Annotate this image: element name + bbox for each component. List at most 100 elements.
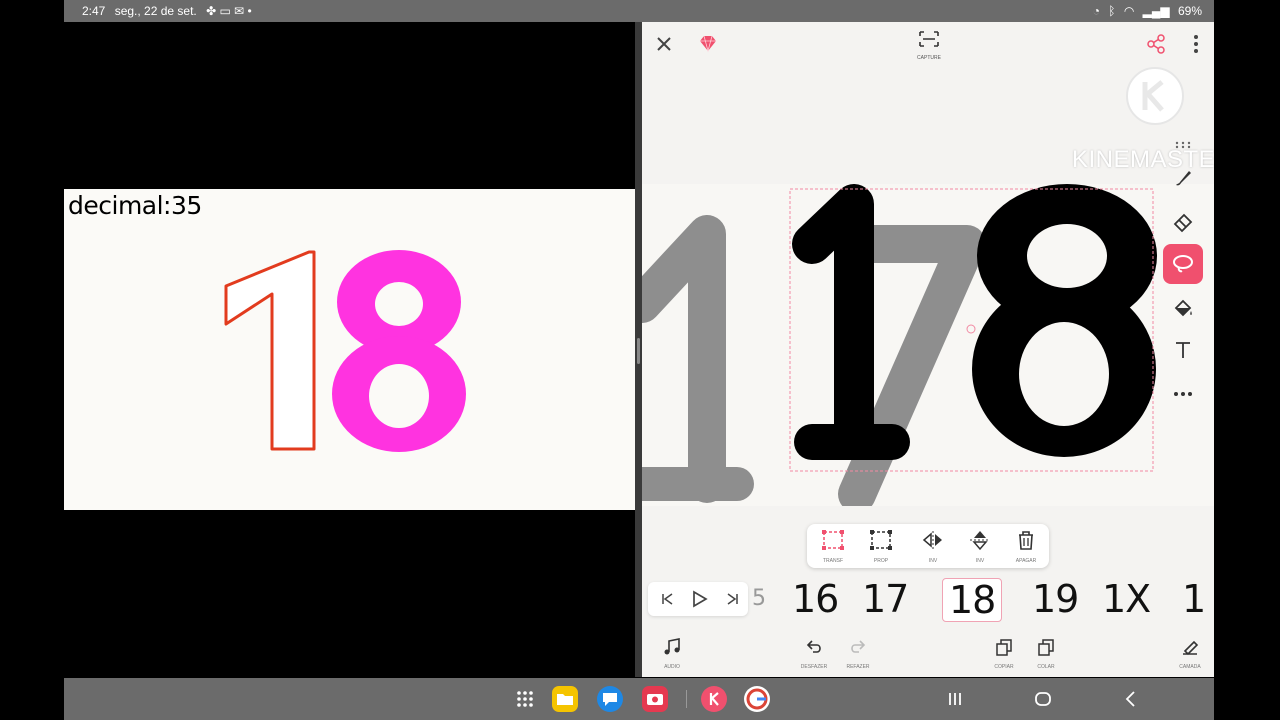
decimal-label: decimal:35 xyxy=(68,191,202,220)
text-icon xyxy=(1176,342,1190,358)
skip-start-button[interactable] xyxy=(656,588,678,610)
split-screen-divider[interactable] xyxy=(635,22,642,677)
flip-horizontal-button[interactable]: INV xyxy=(913,528,953,564)
undo-icon xyxy=(806,640,821,653)
status-bar: 2:47 seg., 22 de set. ✤ ▭ ✉ • ◔ ᛒ ◠ ▂▄▆ … xyxy=(64,0,1214,22)
more-vertical-icon xyxy=(1194,35,1198,53)
timeline-frame[interactable]: 1 xyxy=(1182,577,1206,621)
flip-horizontal-label: INV xyxy=(928,558,938,564)
home-button[interactable] xyxy=(1030,686,1056,712)
number-eight-magenta xyxy=(332,250,466,452)
delete-button[interactable]: APAGAR xyxy=(1006,528,1046,564)
close-icon xyxy=(657,37,671,51)
layers-label: CAMADA xyxy=(1179,664,1201,670)
canvas-artwork xyxy=(642,184,1157,506)
skip-end-button[interactable] xyxy=(722,588,744,610)
tool-eraser[interactable] xyxy=(1163,202,1203,242)
play-icon xyxy=(693,590,708,608)
more-horizontal-icon xyxy=(1174,392,1192,396)
flip-vertical-label: INV xyxy=(975,558,985,564)
kinemaster-editor-pane: CAPTURE KINEMASTE TRANSF PROP INV INV AP… xyxy=(642,22,1214,677)
status-time: 2:47 xyxy=(82,4,106,18)
redo-icon xyxy=(851,640,866,653)
play-button[interactable] xyxy=(688,588,710,610)
number-eighteen-drawing xyxy=(224,250,466,452)
frame-label: 1X xyxy=(1102,577,1151,621)
timeline-frame[interactable]: 1X xyxy=(1102,577,1151,621)
redo-button[interactable]: REFAZER xyxy=(840,636,876,674)
editor-bottom-bar: AUDIO DESFAZER REFAZER COPIAR COLAR CAMA… xyxy=(642,634,1214,677)
drawing-canvas[interactable] xyxy=(642,184,1214,506)
kinemaster-app-icon[interactable] xyxy=(701,686,727,712)
transform-button[interactable]: TRANSF xyxy=(813,528,853,564)
eraser-icon xyxy=(1173,213,1193,233)
redo-label: REFAZER xyxy=(846,664,870,670)
number-one-outline xyxy=(224,250,316,451)
timeline-frame[interactable]: 16 xyxy=(792,578,839,620)
copy-label: COPIAR xyxy=(994,664,1014,670)
divider-handle[interactable] xyxy=(637,338,640,364)
transform-label: TRANSF xyxy=(823,558,843,564)
resize-button[interactable]: PROP xyxy=(861,528,901,564)
tool-rail xyxy=(1158,132,1208,412)
timeline-frame[interactable]: 19 xyxy=(1032,577,1079,621)
delete-label: APAGAR xyxy=(1015,558,1037,564)
flip-vertical-icon xyxy=(970,531,990,551)
music-note-icon xyxy=(664,638,680,655)
skip-end-icon xyxy=(727,593,738,605)
tool-fill[interactable] xyxy=(1163,288,1203,328)
chat-bubble-icon xyxy=(603,693,617,706)
messages-app-icon[interactable] xyxy=(597,686,623,712)
editor-top-bar: CAPTURE xyxy=(642,22,1214,66)
frame-label: 17 xyxy=(862,577,909,621)
timeline-frame-selected[interactable]: 18 xyxy=(942,578,1003,622)
flip-horizontal-icon xyxy=(922,531,942,549)
home-icon xyxy=(1035,692,1051,706)
camera-app-icon[interactable] xyxy=(642,686,668,712)
undo-button[interactable]: DESFAZER xyxy=(796,636,832,674)
layers-edit-icon xyxy=(1183,640,1199,656)
premium-button[interactable] xyxy=(694,30,722,58)
status-date: seg., 22 de set. xyxy=(114,4,197,18)
resize-label: PROP xyxy=(873,558,889,564)
audio-button[interactable]: AUDIO xyxy=(654,636,690,674)
current-frame-eight xyxy=(972,184,1157,457)
folder-icon xyxy=(557,694,573,705)
copy-button[interactable]: COPIAR xyxy=(986,636,1022,674)
resize-icon xyxy=(870,530,892,550)
chrome-app-icon[interactable] xyxy=(744,686,770,712)
frame-timeline: 5 16 17 18 19 1X 1 xyxy=(642,576,1214,622)
recent-apps-button[interactable] xyxy=(942,686,968,712)
flip-vertical-button[interactable]: INV xyxy=(960,528,1000,564)
capture-icon xyxy=(919,31,939,47)
more-options-button[interactable] xyxy=(1182,30,1210,58)
timeline-frame[interactable]: 5 xyxy=(752,578,766,620)
video-player-pane[interactable]: decimal:35 xyxy=(64,22,635,677)
share-button[interactable] xyxy=(1142,30,1170,58)
back-chevron-icon xyxy=(1125,691,1135,707)
frame-label: 19 xyxy=(1032,577,1079,621)
brush-icon xyxy=(1176,171,1191,186)
apps-grid-icon xyxy=(517,691,533,707)
close-button[interactable] xyxy=(650,30,678,58)
back-button[interactable] xyxy=(1118,686,1144,712)
paint-bucket-icon xyxy=(1174,299,1192,317)
capture-button[interactable]: CAPTURE xyxy=(914,26,944,62)
skip-start-icon xyxy=(662,593,673,605)
transform-icon xyxy=(822,530,844,550)
signal-icon: ▂▄▆ xyxy=(1142,4,1170,18)
paste-button[interactable]: COLAR xyxy=(1028,636,1064,674)
frame-label: 1 xyxy=(1182,577,1206,621)
timeline-frame[interactable]: 17 xyxy=(862,577,909,621)
layers-button[interactable]: CAMADA xyxy=(1172,636,1208,674)
tool-brush[interactable] xyxy=(1163,158,1203,198)
files-app-icon[interactable] xyxy=(552,686,578,712)
tool-more[interactable] xyxy=(1163,374,1203,414)
lasso-icon xyxy=(1173,255,1193,273)
drag-dots-icon xyxy=(1175,141,1191,149)
app-drawer-button[interactable] xyxy=(512,686,538,712)
tool-text[interactable] xyxy=(1163,330,1203,370)
frame-label: 5 xyxy=(752,586,766,611)
tool-lasso[interactable] xyxy=(1163,244,1203,284)
frame-label: 18 xyxy=(949,578,996,622)
